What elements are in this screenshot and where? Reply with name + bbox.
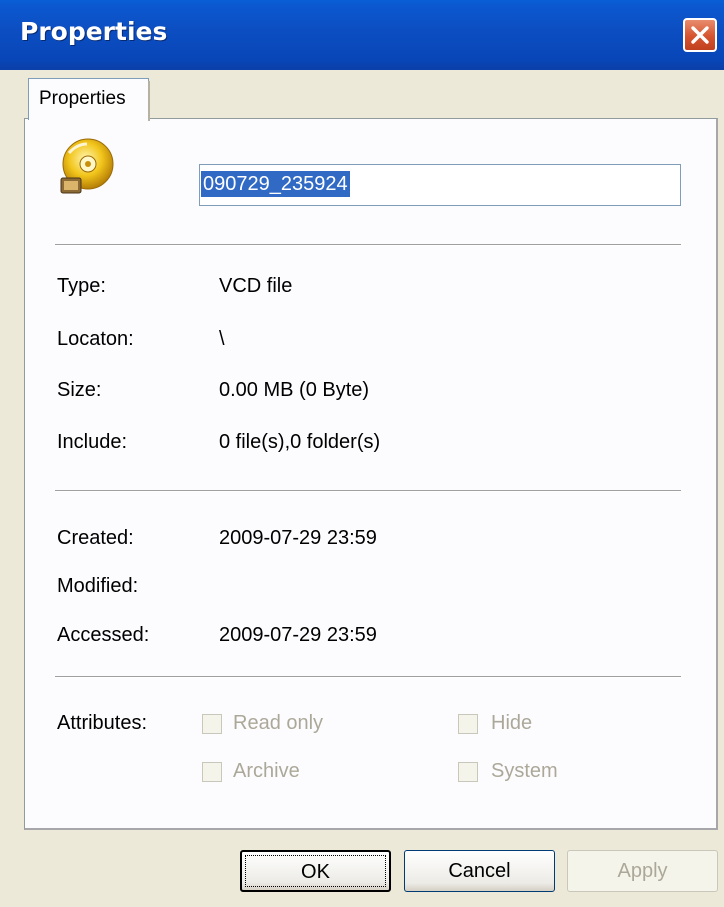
properties-dialog: Properties Properties 090729_235924 0907… xyxy=(0,0,724,907)
accessed-label: Accessed: xyxy=(57,624,150,646)
title-bar[interactable]: Properties xyxy=(0,0,724,70)
archive-checkbox[interactable] xyxy=(202,762,222,782)
vcd-disc-icon xyxy=(60,138,114,194)
tab-properties[interactable]: Properties xyxy=(28,78,150,121)
cancel-button[interactable]: Cancel xyxy=(404,850,555,892)
hide-checkbox[interactable] xyxy=(458,714,478,734)
hide-label: Hide xyxy=(491,712,533,734)
include-value: 0 file(s),0 folder(s) xyxy=(219,431,381,453)
read-only-checkbox[interactable] xyxy=(202,714,222,734)
location-value: \ xyxy=(219,328,225,350)
archive-label: Archive xyxy=(233,760,300,782)
type-label: Type: xyxy=(57,275,106,297)
size-value: 0.00 MB (0 Byte) xyxy=(219,379,370,401)
created-value: 2009-07-29 23:59 xyxy=(219,527,377,549)
properties-panel: 090729_235924 Type: VCD file Locaton: \ … xyxy=(24,118,718,830)
separator xyxy=(55,676,681,678)
close-icon xyxy=(691,26,709,44)
ok-button[interactable]: OK xyxy=(240,850,391,892)
tab-label: Properties xyxy=(39,88,126,109)
type-value: VCD file xyxy=(219,275,293,297)
close-button[interactable] xyxy=(683,18,717,52)
separator xyxy=(55,244,681,246)
read-only-label: Read only xyxy=(233,712,324,734)
attributes-label: Attributes: xyxy=(57,712,148,734)
window-title: Properties xyxy=(20,17,168,46)
modified-label: Modified: xyxy=(57,575,139,597)
system-checkbox[interactable] xyxy=(458,762,478,782)
location-label: Locaton: xyxy=(57,328,134,350)
created-label: Created: xyxy=(57,527,134,549)
separator xyxy=(55,490,681,492)
filename-selection: 090729_235924 xyxy=(201,171,350,197)
system-label: System xyxy=(491,760,558,782)
apply-button[interactable]: Apply xyxy=(567,850,718,892)
size-label: Size: xyxy=(57,379,102,401)
accessed-value: 2009-07-29 23:59 xyxy=(219,624,377,646)
include-label: Include: xyxy=(57,431,128,453)
tab-divider xyxy=(148,81,150,121)
